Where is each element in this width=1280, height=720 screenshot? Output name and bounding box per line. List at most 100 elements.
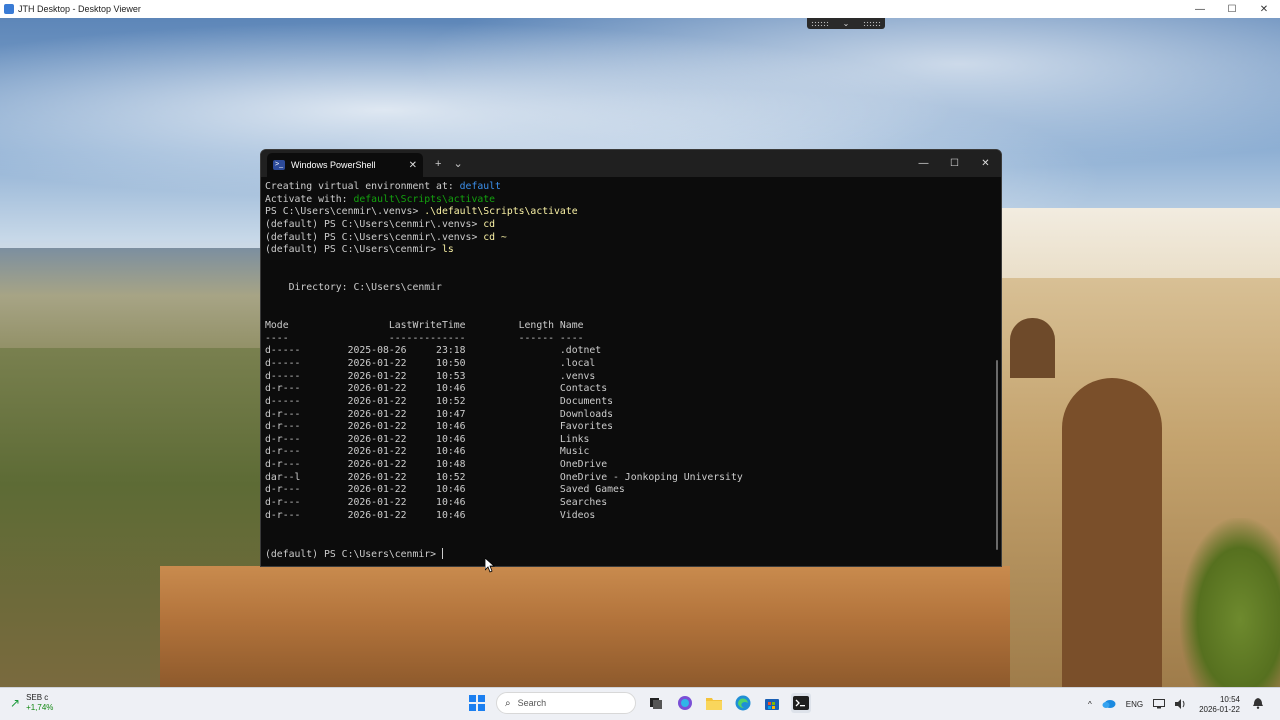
terminal-text: d-r--- 2026-01-22 10:46 Links bbox=[265, 433, 590, 445]
toolbar-grip-right-icon[interactable] bbox=[862, 21, 881, 26]
terminal-line: d-r--- 2026-01-22 10:46 Searches bbox=[265, 497, 997, 510]
tray-overflow-chevron-icon[interactable]: ^ bbox=[1088, 700, 1092, 709]
powershell-window: >_ Windows PowerShell ✕ + ⌄ — ☐ ✕ Creati… bbox=[260, 149, 1002, 567]
terminal-text: d----- 2026-01-22 10:52 Documents bbox=[265, 395, 613, 407]
terminal-line: PS C:\Users\cenmir\.venvs> .\default\Scr… bbox=[265, 206, 997, 219]
terminal-text: default bbox=[459, 181, 501, 192]
terminal-text: d-r--- 2026-01-22 10:48 OneDrive bbox=[265, 459, 608, 471]
terminal-line: d-r--- 2026-01-22 10:46 Contacts bbox=[265, 383, 997, 396]
terminal-text: Creating virtual environment at: bbox=[265, 181, 460, 192]
terminal-text: ls bbox=[441, 244, 454, 256]
terminal-text: (default) PS C:\Users\cenmir\.venvs> bbox=[265, 218, 484, 230]
new-tab-button[interactable]: + bbox=[435, 158, 441, 170]
terminal-line: d-r--- 2026-01-22 10:46 Favorites bbox=[265, 421, 997, 434]
stock-change: +1,74% bbox=[26, 703, 54, 712]
search-placeholder: Search bbox=[517, 698, 547, 708]
terminal-icon[interactable] bbox=[790, 693, 811, 713]
notification-bell-icon[interactable] bbox=[1253, 698, 1263, 711]
terminal-line: d-r--- 2026-01-22 10:47 Downloads bbox=[265, 409, 997, 422]
windows-start-icon[interactable] bbox=[469, 695, 485, 711]
terminal-line: (default) PS C:\Users\cenmir\.venvs> cd … bbox=[265, 232, 997, 245]
viewer-title: JTH Desktop - Desktop Viewer bbox=[18, 4, 141, 14]
terminal-line: (default) PS C:\Users\cenmir> ls bbox=[265, 244, 997, 257]
task-view-icon[interactable] bbox=[646, 693, 666, 713]
powershell-close-button[interactable]: ✕ bbox=[970, 150, 1001, 177]
terminal-text: d----- 2025-08-26 23:18 .dotnet bbox=[265, 345, 602, 357]
powershell-minimize-button[interactable]: — bbox=[908, 150, 939, 177]
terminal-line: Activate with: default\Scripts\activate bbox=[265, 194, 997, 207]
terminal-output[interactable]: Creating virtual environment at: default… bbox=[261, 177, 1001, 560]
terminal-text: .\default\Scripts\activate bbox=[424, 206, 578, 218]
terminal-text: d-r--- 2026-01-22 10:46 Music bbox=[265, 446, 590, 458]
terminal-line: (default) PS C:\Users\cenmir\.venvs> cd bbox=[265, 219, 997, 232]
mouse-pointer-icon bbox=[485, 558, 495, 573]
powershell-icon: >_ bbox=[273, 160, 285, 170]
language-indicator[interactable]: ENG bbox=[1126, 700, 1143, 709]
tab-title: Windows PowerShell bbox=[291, 160, 376, 170]
terminal-text: Directory: C:\Users\cenmir bbox=[265, 282, 442, 294]
desktop-viewer-icon bbox=[4, 4, 14, 14]
taskbar-apps: ⌕ Search bbox=[466, 692, 815, 714]
terminal-line: d-r--- 2026-01-22 10:46 Videos bbox=[265, 510, 997, 523]
clock-date: 2026-01-22 bbox=[1199, 704, 1240, 714]
onedrive-cloud-icon[interactable] bbox=[1102, 699, 1116, 710]
network-icon[interactable] bbox=[1153, 698, 1166, 711]
terminal-line: d----- 2026-01-22 10:50 .local bbox=[265, 358, 997, 371]
terminal-text: cd bbox=[483, 218, 496, 230]
taskbar: ↗ SEB c +1,74% ⌕ Search ^ ENG 10:54 2026… bbox=[0, 687, 1280, 720]
viewer-minimize-button[interactable]: — bbox=[1184, 0, 1216, 18]
terminal-text: Mode LastWriteTime Length Name bbox=[265, 320, 584, 332]
tab-dropdown-button[interactable]: ⌄ bbox=[453, 157, 462, 170]
terminal-line: d-r--- 2026-01-22 10:46 Music bbox=[265, 446, 997, 459]
volume-icon[interactable] bbox=[1175, 698, 1186, 711]
terminal-text: (default) PS C:\Users\cenmir\.venvs> bbox=[265, 231, 484, 243]
terminal-scrollbar[interactable] bbox=[996, 360, 998, 550]
terminal-line: d-r--- 2026-01-22 10:46 Links bbox=[265, 434, 997, 447]
terminal-line: (default) PS C:\Users\cenmir> bbox=[265, 547, 997, 561]
terminal-text: (default) PS C:\Users\cenmir> bbox=[265, 244, 442, 256]
terminal-text: d-r--- 2026-01-22 10:46 Searches bbox=[265, 497, 608, 509]
terminal-text: dar--l 2026-01-22 10:52 OneDrive - Jonko… bbox=[265, 471, 743, 483]
terminal-line: d-r--- 2026-01-22 10:46 Saved Games bbox=[265, 484, 997, 497]
terminal-text: default\Scripts\activate bbox=[353, 193, 496, 205]
wallpaper-greenery bbox=[1180, 518, 1280, 687]
terminal-text: PS C:\Users\cenmir\.venvs> bbox=[265, 206, 425, 218]
wallpaper-cliff bbox=[160, 566, 1010, 687]
stock-widget[interactable]: ↗ SEB c +1,74% bbox=[10, 693, 53, 713]
copilot-icon[interactable] bbox=[675, 693, 695, 713]
chevron-down-icon[interactable]: ⌄ bbox=[843, 19, 850, 28]
terminal-line: ---- ------------- ------ ---- bbox=[265, 333, 997, 346]
viewer-maximize-button[interactable]: ☐ bbox=[1216, 0, 1248, 18]
file-explorer-icon[interactable] bbox=[704, 693, 724, 713]
terminal-text: d-r--- 2026-01-22 10:46 Favorites bbox=[265, 421, 613, 433]
terminal-text: Activate with: bbox=[265, 193, 354, 205]
terminal-line: d-r--- 2026-01-22 10:48 OneDrive bbox=[265, 459, 997, 472]
terminal-text: d-r--- 2026-01-22 10:46 Contacts bbox=[265, 383, 608, 395]
viewer-close-button[interactable]: ✕ bbox=[1248, 0, 1280, 18]
terminal-text: d----- 2026-01-22 10:50 .local bbox=[265, 357, 596, 369]
powershell-window-controls: — ☐ ✕ bbox=[908, 150, 1001, 177]
powershell-maximize-button[interactable]: ☐ bbox=[939, 150, 970, 177]
taskbar-search-box[interactable]: ⌕ Search bbox=[496, 692, 636, 714]
toolbar-grip-left-icon[interactable] bbox=[811, 21, 829, 26]
remote-session-toolbar[interactable]: ⌄ bbox=[807, 18, 885, 29]
terminal-line: d----- 2026-01-22 10:52 Documents bbox=[265, 396, 997, 409]
terminal-line: Directory: C:\Users\cenmir bbox=[265, 282, 997, 295]
stock-trend-up-icon: ↗ bbox=[10, 696, 21, 710]
tab-windows-powershell[interactable]: >_ Windows PowerShell ✕ bbox=[267, 153, 423, 177]
terminal-line: d----- 2026-01-22 10:53 .venvs bbox=[265, 371, 997, 384]
stock-ticker: SEB c bbox=[26, 693, 49, 702]
edge-icon[interactable] bbox=[733, 693, 753, 713]
tab-close-button[interactable]: ✕ bbox=[409, 160, 417, 171]
store-icon[interactable] bbox=[762, 693, 782, 713]
clock-time: 10:54 bbox=[1219, 694, 1240, 704]
terminal-line: Creating virtual environment at: default bbox=[265, 181, 997, 194]
powershell-titlebar[interactable]: >_ Windows PowerShell ✕ + ⌄ — ☐ ✕ bbox=[261, 150, 1001, 177]
terminal-line: dar--l 2026-01-22 10:52 OneDrive - Jonko… bbox=[265, 472, 997, 485]
clock[interactable]: 10:54 2026-01-22 bbox=[1199, 695, 1240, 715]
viewer-titlebar: JTH Desktop - Desktop Viewer — ☐ ✕ bbox=[0, 0, 1280, 18]
